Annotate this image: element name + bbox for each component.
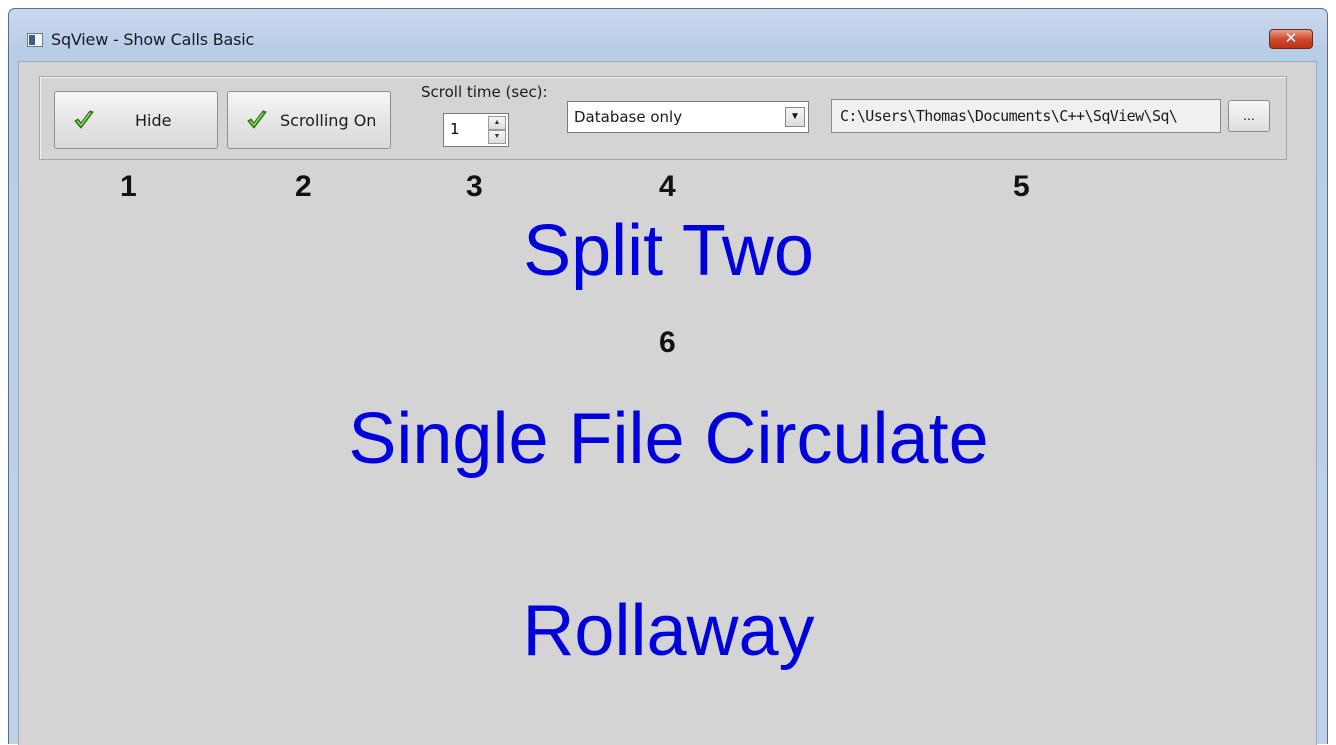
hide-button-label: Hide xyxy=(135,111,172,130)
path-field-value: C:\Users\Thomas\Documents\C++\SqView\Sq\ xyxy=(840,107,1178,125)
browse-button[interactable]: ... xyxy=(1228,100,1270,132)
annotation-2: 2 xyxy=(295,170,312,203)
scrolling-button-label: Scrolling On xyxy=(280,111,377,130)
chevron-down-icon[interactable]: ▼ xyxy=(785,107,805,127)
scroll-time-label: Scroll time (sec): xyxy=(421,83,548,101)
annotation-3: 3 xyxy=(466,170,483,203)
spinner-up-icon[interactable]: ▲ xyxy=(488,116,506,130)
mode-dropdown-value: Database only xyxy=(574,108,683,126)
display-line-3: Rollaway xyxy=(522,591,815,671)
scroll-time-spinner[interactable]: 1 ▲ ▼ xyxy=(443,113,509,147)
checkmark-icon xyxy=(247,110,267,129)
checkmark-icon xyxy=(74,110,94,129)
annotation-4: 4 xyxy=(659,170,676,203)
annotation-5: 5 xyxy=(1013,170,1030,203)
path-field[interactable]: C:\Users\Thomas\Documents\C++\SqView\Sq\ xyxy=(831,99,1221,133)
title-bar[interactable]: SqView - Show Calls Basic ✕ xyxy=(9,9,1327,61)
app-icon xyxy=(27,33,43,47)
app-window: SqView - Show Calls Basic ✕ Hide Scrolli… xyxy=(8,8,1328,745)
client-area: Hide Scrolling On Scroll time (sec): 1 ▲… xyxy=(18,61,1317,745)
mode-dropdown[interactable]: Database only ▼ xyxy=(567,101,809,133)
close-button[interactable]: ✕ xyxy=(1269,29,1313,49)
window-title: SqView - Show Calls Basic xyxy=(51,30,255,49)
spinner-down-icon[interactable]: ▼ xyxy=(488,130,506,144)
annotation-1: 1 xyxy=(120,170,137,203)
scroll-time-value[interactable]: 1 xyxy=(450,120,460,138)
hide-button[interactable]: Hide xyxy=(54,91,218,149)
scrolling-toggle-button[interactable]: Scrolling On xyxy=(227,91,391,149)
toolbar: Hide Scrolling On Scroll time (sec): 1 ▲… xyxy=(39,76,1287,160)
display-line-1: Split Two xyxy=(523,211,814,291)
display-line-2: Single File Circulate xyxy=(348,399,989,479)
annotation-6: 6 xyxy=(659,326,676,359)
